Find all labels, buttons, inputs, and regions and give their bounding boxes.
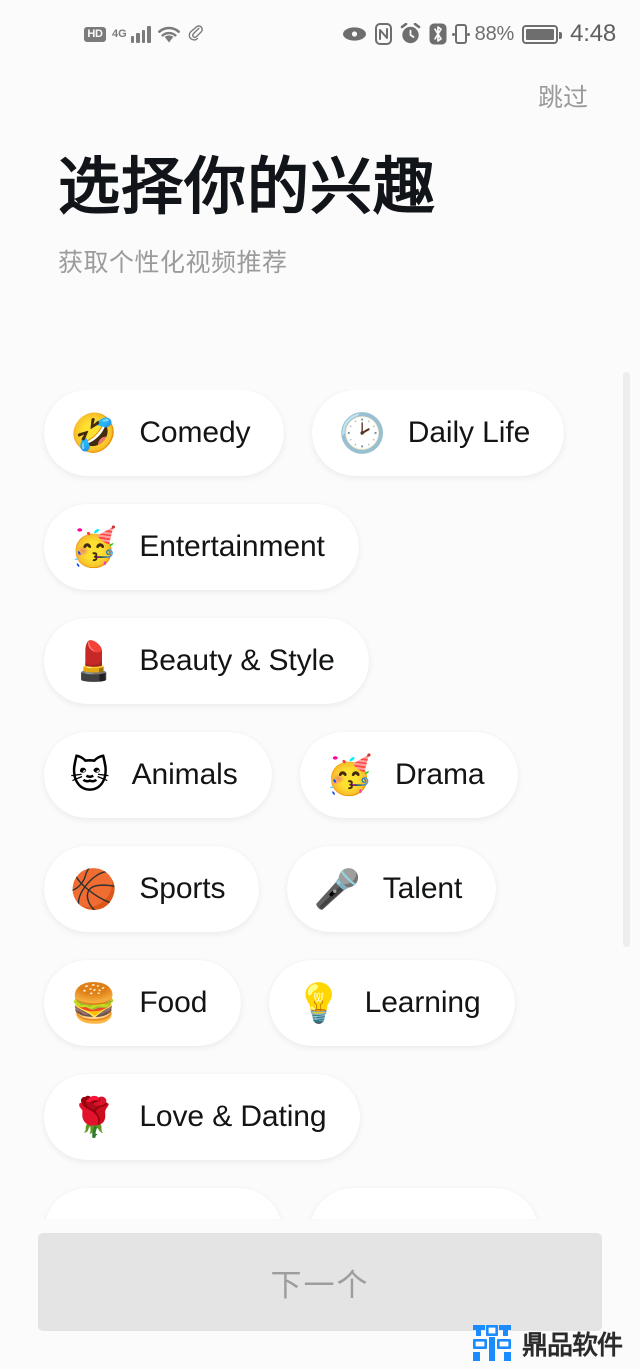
next-button[interactable]: 下一个 (38, 1233, 602, 1331)
watermark: 鼎品软件 (470, 1323, 623, 1363)
interest-chip-love-dating[interactable]: 🌹 Love & Dating (44, 1074, 361, 1160)
alarm-clock-icon (400, 23, 421, 45)
microphone-emoji: 🎤 (313, 867, 361, 911)
partying-face-emoji: 🥳 (325, 753, 373, 797)
dingpin-logo-icon (470, 1323, 514, 1363)
interest-chip-label: Learning (364, 986, 481, 1019)
interest-chip-row: 🐱 Animals 🥳 Drama (44, 732, 600, 818)
watermark-label: 鼎品软件 (521, 1330, 623, 1361)
interest-chip-entertainment[interactable]: 🥳 Entertainment (44, 504, 359, 590)
interest-chip-label: Beauty & Style (139, 644, 335, 677)
clock-emoji: 🕑 (338, 411, 386, 455)
cat-face-emoji: 🐱 (70, 753, 110, 797)
interest-chip-comedy[interactable]: 🤣 Comedy (44, 390, 285, 476)
interest-chip-label: Talent (382, 872, 463, 905)
light-bulb-emoji: 💡 (295, 981, 343, 1025)
skip-button[interactable]: 跳过 (538, 78, 588, 114)
status-bar-left-group: HD 4G (84, 24, 206, 44)
hd-icon: HD (84, 26, 106, 42)
interest-chip-food[interactable]: 🍔 Food (44, 960, 242, 1046)
interest-chip-row: 🍔 Food 💡 Learning (44, 960, 600, 1046)
bottom-action-bar: 下一个 鼎品软件 (0, 1219, 640, 1369)
interest-chip-sports[interactable]: 🏀 Sports (44, 846, 260, 932)
hamburger-emoji: 🍔 (70, 981, 118, 1025)
basketball-emoji: 🏀 (70, 867, 118, 911)
interest-chip-row: 🥳 Entertainment (44, 504, 600, 590)
battery-saver-icon (451, 24, 470, 44)
interest-chip-row: 🤣 Comedy 🕑 Daily Life (44, 390, 600, 476)
interest-chip-label: Entertainment (139, 530, 325, 563)
clock-label: 4:48 (570, 20, 616, 47)
page-subtitle: 获取个性化视频推荐 (58, 248, 288, 278)
status-bar-right-group: 88% 4:48 (342, 20, 616, 48)
page-title: 选择你的兴趣 (58, 150, 437, 223)
interest-chip-beauty-style[interactable]: 💄 Beauty & Style (44, 618, 369, 704)
nfc-icon (374, 23, 392, 45)
battery-percent-label: 88% (474, 22, 515, 45)
interest-chips-container: 🤣 Comedy 🕑 Daily Life 🥳 Entertainment 💄 Beauty … (0, 390, 640, 1274)
skip-row: 跳过 (0, 68, 640, 114)
partying-face-emoji: 🥳 (70, 525, 118, 569)
rose-emoji: 🌹 (70, 1095, 118, 1139)
interest-chip-label: Daily Life (407, 416, 531, 449)
interest-chip-row: 🏀 Sports 🎤 Talent (44, 846, 600, 932)
interest-chip-label: Animals (131, 758, 238, 791)
interest-chip-row: 💄 Beauty & Style (44, 618, 600, 704)
interest-chip-daily-life[interactable]: 🕑 Daily Life (312, 390, 565, 476)
bluetooth-icon (429, 23, 447, 45)
battery-icon (522, 24, 563, 44)
interest-chip-label: Love & Dating (139, 1100, 327, 1133)
status-bar: HD 4G 88% 4:48 (0, 0, 640, 68)
interest-chip-label: Comedy (139, 416, 251, 449)
paperclip-icon (187, 24, 206, 44)
interest-chip-label: Food (139, 986, 208, 1019)
interest-chip-learning[interactable]: 💡 Learning (269, 960, 515, 1046)
page-header: 选择你的兴趣 获取个性化视频推荐 (0, 114, 640, 279)
signal-bars-icon (130, 25, 151, 43)
eye-icon (342, 26, 367, 42)
interest-chip-label: Sports (139, 872, 226, 905)
lipstick-emoji: 💄 (70, 639, 118, 683)
interest-chip-animals[interactable]: 🐱 Animals (44, 732, 272, 818)
interest-chip-drama[interactable]: 🥳 Drama (299, 732, 519, 818)
network-type-label: 4G (112, 28, 127, 40)
vertical-scrollbar[interactable] (623, 372, 630, 947)
rolling-on-the-floor-laughing-emoji: 🤣 (70, 411, 118, 455)
interest-chip-row: 🌹 Love & Dating (44, 1074, 600, 1160)
wifi-icon (157, 25, 181, 44)
interest-chip-label: Drama (394, 758, 485, 791)
interest-chip-talent[interactable]: 🎤 Talent (287, 846, 497, 932)
